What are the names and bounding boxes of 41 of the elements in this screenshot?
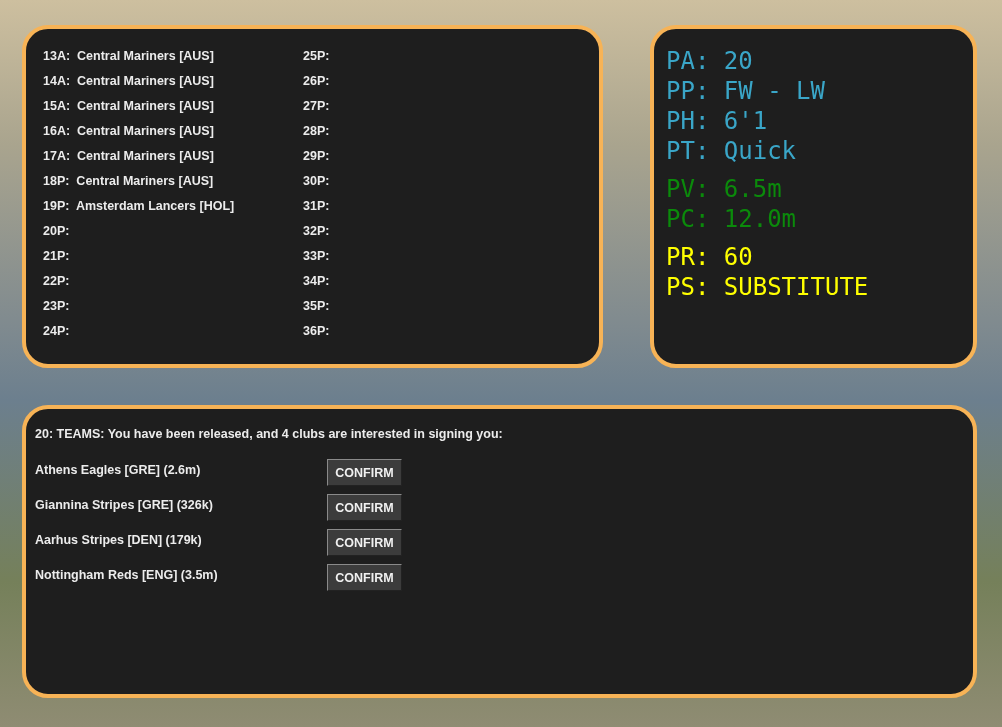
- career-entry: 32P:: [303, 223, 331, 240]
- career-entry: 17A: Central Mariners [AUS]: [43, 148, 215, 165]
- offers-title: 20: TEAMS: You have been released, and 4 clubs are interested in signing you:: [35, 427, 504, 441]
- career-entry: 27P:: [303, 98, 331, 115]
- confirm-button[interactable]: CONFIRM: [327, 494, 402, 521]
- career-entry: 24P:: [43, 323, 71, 340]
- career-entry: 30P:: [303, 173, 331, 190]
- career-entry: 33P:: [303, 248, 331, 265]
- career-entry: 23P:: [43, 298, 71, 315]
- career-entry: 31P:: [303, 198, 331, 215]
- career-entry: 36P:: [303, 323, 331, 340]
- career-entry: 35P:: [303, 298, 331, 315]
- career-entry: 26P:: [303, 73, 331, 90]
- career-entry: 25P:: [303, 48, 331, 65]
- club-offer: Nottingham Reds [ENG] (3.5m): [35, 567, 219, 582]
- career-entry: 14A: Central Mariners [AUS]: [43, 73, 215, 90]
- player-stat: PR: 60: [666, 242, 754, 272]
- career-entry: 34P:: [303, 273, 331, 290]
- club-offer: Giannina Stripes [GRE] (326k): [35, 497, 214, 512]
- confirm-button[interactable]: CONFIRM: [327, 529, 402, 556]
- career-entry: 13A: Central Mariners [AUS]: [43, 48, 215, 65]
- player-stat: PC: 12.0m: [666, 204, 798, 234]
- player-stat: PS: SUBSTITUTE: [666, 272, 870, 302]
- career-entry: 29P:: [303, 148, 331, 165]
- confirm-button[interactable]: CONFIRM: [327, 459, 402, 486]
- career-entry: 28P:: [303, 123, 331, 140]
- player-stat: PA: 20: [666, 46, 754, 76]
- confirm-button[interactable]: CONFIRM: [327, 564, 402, 591]
- player-stat: PH: 6'1: [666, 106, 769, 136]
- player-stat: PP: FW - LW: [666, 76, 826, 106]
- career-entry: 19P: Amsterdam Lancers [HOL]: [43, 198, 236, 215]
- career-entry: 22P:: [43, 273, 71, 290]
- club-offer: Athens Eagles [GRE] (2.6m): [35, 462, 202, 477]
- career-entry: 15A: Central Mariners [AUS]: [43, 98, 215, 115]
- player-stat: PT: Quick: [666, 136, 798, 166]
- career-entry: 20P:: [43, 223, 71, 240]
- career-entry: 16A: Central Mariners [AUS]: [43, 123, 215, 140]
- career-entry: 21P:: [43, 248, 71, 265]
- player-stat: PV: 6.5m: [666, 174, 783, 204]
- career-entry: 18P: Central Mariners [AUS]: [43, 173, 215, 190]
- club-offer: Aarhus Stripes [DEN] (179k): [35, 532, 203, 547]
